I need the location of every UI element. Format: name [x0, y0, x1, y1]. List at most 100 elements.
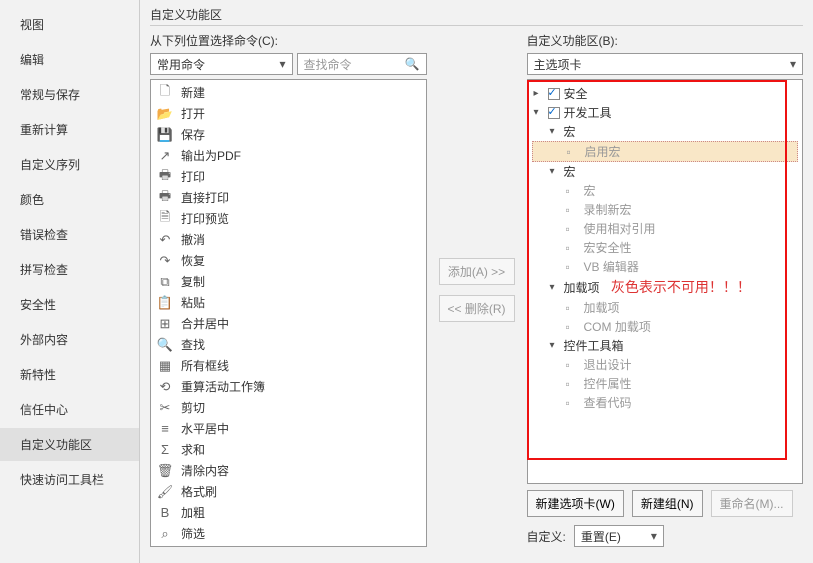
command-item[interactable]: 🖶直接打印 [151, 187, 426, 208]
command-item[interactable]: ⊞合并居中 [151, 313, 426, 334]
command-item[interactable]: 🗋新建 [151, 82, 426, 103]
tree-leaf[interactable]: ▫退出设计 [532, 355, 799, 374]
command-item[interactable]: ⌕筛选 [151, 523, 426, 544]
sidebar-item-11[interactable]: 信任中心 [0, 393, 139, 426]
tree-leaf[interactable]: ▫使用相对引用 [532, 219, 799, 238]
sidebar-item-7[interactable]: 拼写检查 [0, 253, 139, 286]
command-item[interactable]: ▦所有框线 [151, 355, 426, 376]
command-item[interactable]: 🗎打印预览 [151, 208, 426, 229]
command-label: 复制 [181, 273, 205, 290]
command-icon: Σ [157, 442, 173, 458]
tree-leaf[interactable]: ▫录制新宏 [532, 200, 799, 219]
checkbox[interactable] [548, 88, 560, 100]
sidebar-item-3[interactable]: 重新计算 [0, 113, 139, 146]
leaf-icon: ▫ [566, 301, 580, 315]
sidebar-item-0[interactable]: 视图 [0, 8, 139, 41]
sidebar-item-12[interactable]: 自定义功能区 [0, 428, 139, 461]
ribbon-tree[interactable]: ▸安全▾开发工具▾宏▫启用宏▾宏▫宏▫录制新宏▫使用相对引用▫宏安全性▫VB 编… [527, 79, 804, 484]
command-item[interactable]: B 加粗 [151, 502, 426, 523]
commands-source-combo[interactable]: 常用命令 [150, 53, 293, 75]
sidebar-item-4[interactable]: 自定义序列 [0, 148, 139, 181]
toggle-icon: ▾ [550, 340, 560, 351]
sidebar-item-1[interactable]: 编辑 [0, 43, 139, 76]
command-label: 剪切 [181, 399, 205, 416]
command-item[interactable]: 📋粘贴 [151, 292, 426, 313]
tree-leaf[interactable]: ▫ COM 加载项 [532, 317, 799, 336]
rename-button[interactable]: 重命名(M)... [711, 490, 793, 517]
sidebar-item-5[interactable]: 颜色 [0, 183, 139, 216]
command-label: 筛选 [181, 525, 205, 542]
sidebar-item-2[interactable]: 常规与保存 [0, 78, 139, 111]
tree-leaf-label: COM 加载项 [584, 318, 651, 335]
sidebar-item-13[interactable]: 快速访问工具栏 [0, 463, 139, 496]
add-button[interactable]: 添加(A) >> [439, 258, 515, 285]
tree-leaf[interactable]: ▫控件属性 [532, 374, 799, 393]
search-command-input[interactable]: 查找命令 🔍 [297, 53, 427, 75]
command-icon: ↷ [157, 253, 173, 269]
command-label: 恢复 [181, 252, 205, 269]
tree-leaf[interactable]: ▫启用宏 [532, 141, 799, 162]
tree-leaf[interactable]: ▫宏安全性 [532, 238, 799, 257]
command-icon: 🖶 [157, 169, 173, 185]
tree-leaf-label: 启用宏 [585, 143, 621, 160]
command-item[interactable]: ⧉复制 [151, 271, 426, 292]
command-item[interactable]: ⟲重算活动工作簿 [151, 376, 426, 397]
sidebar-item-6[interactable]: 错误检查 [0, 218, 139, 251]
ribbon-scope-combo[interactable]: 主选项卡 [527, 53, 804, 75]
sidebar-item-10[interactable]: 新特性 [0, 358, 139, 391]
sidebar-item-9[interactable]: 外部内容 [0, 323, 139, 356]
tree-label: 加载项 [564, 279, 600, 296]
tree-label: 开发工具 [564, 104, 612, 121]
command-icon: 🖶 [157, 190, 173, 206]
command-item[interactable]: 💾保存 [151, 124, 426, 145]
tree-leaf[interactable]: ▫宏 [532, 181, 799, 200]
command-label: 清除内容 [181, 462, 229, 479]
reset-combo[interactable]: 重置(E) [574, 525, 664, 547]
sidebar-item-8[interactable]: 安全性 [0, 288, 139, 321]
command-item[interactable]: Σ 求和 [151, 439, 426, 460]
command-label: 输出为PDF [181, 147, 241, 164]
command-item[interactable]: 📂打开 [151, 103, 426, 124]
new-tab-button[interactable]: 新建选项卡(W) [527, 490, 624, 517]
remove-button[interactable]: << 删除(R) [439, 295, 515, 322]
customize-label: 自定义: [527, 528, 566, 545]
command-label: 撤消 [181, 231, 205, 248]
command-label: 打开 [181, 105, 205, 122]
command-label: 求和 [181, 441, 205, 458]
command-item[interactable]: ✂剪切 [151, 397, 426, 418]
command-item[interactable]: ↷ 恢复 [151, 250, 426, 271]
new-group-button[interactable]: 新建组(N) [632, 490, 703, 517]
search-icon: 🔍 [405, 57, 420, 71]
leaf-icon: ▫ [566, 320, 580, 334]
tree-leaf-label: 加载项 [584, 299, 620, 316]
leaf-icon: ▫ [566, 358, 580, 372]
command-label: 加粗 [181, 504, 205, 521]
tree-group[interactable]: ▾宏 [532, 162, 799, 181]
command-item[interactable]: ≡水平居中 [151, 418, 426, 439]
tree-leaf-label: VB 编辑器 [584, 258, 639, 275]
command-icon: B [157, 505, 173, 521]
left-label: 从下列位置选择命令(C): [150, 32, 427, 49]
command-icon: ▦ [157, 358, 173, 374]
commands-list[interactable]: 🗋新建📂打开💾保存↗输出为PDF🖶打印🖶直接打印🗎打印预览↶撤消 ↷ 恢复 ⧉复制📋粘… [150, 79, 427, 547]
command-item[interactable]: ↶撤消 [151, 229, 426, 250]
command-item[interactable]: 🖶打印 [151, 166, 426, 187]
tree-leaf[interactable]: ▫VB 编辑器 [532, 257, 799, 276]
leaf-icon: ▫ [566, 184, 580, 198]
toggle-icon: ▸ [534, 88, 544, 99]
tree-leaf[interactable]: ▫ 加载项 [532, 298, 799, 317]
command-item[interactable]: 🗑清除内容 [151, 460, 426, 481]
command-item[interactable]: ↗输出为PDF [151, 145, 426, 166]
tree-top[interactable]: ▾开发工具 [532, 103, 799, 122]
command-item[interactable]: 🔍查找 [151, 334, 426, 355]
toggle-icon: ▾ [550, 166, 560, 177]
command-item[interactable]: 🖌格式刷 [151, 481, 426, 502]
tree-group[interactable]: ▾宏 [532, 122, 799, 141]
right-label: 自定义功能区(B): [527, 32, 804, 49]
tree-group[interactable]: ▾控件工具箱 [532, 336, 799, 355]
tree-leaf-label: 使用相对引用 [584, 220, 656, 237]
tree-leaf[interactable]: ▫查看代码 [532, 393, 799, 412]
tree-top[interactable]: ▸安全 [532, 84, 799, 103]
tree-group[interactable]: ▾加载项 灰色表示不可用！！！ [532, 276, 799, 298]
checkbox[interactable] [548, 107, 560, 119]
